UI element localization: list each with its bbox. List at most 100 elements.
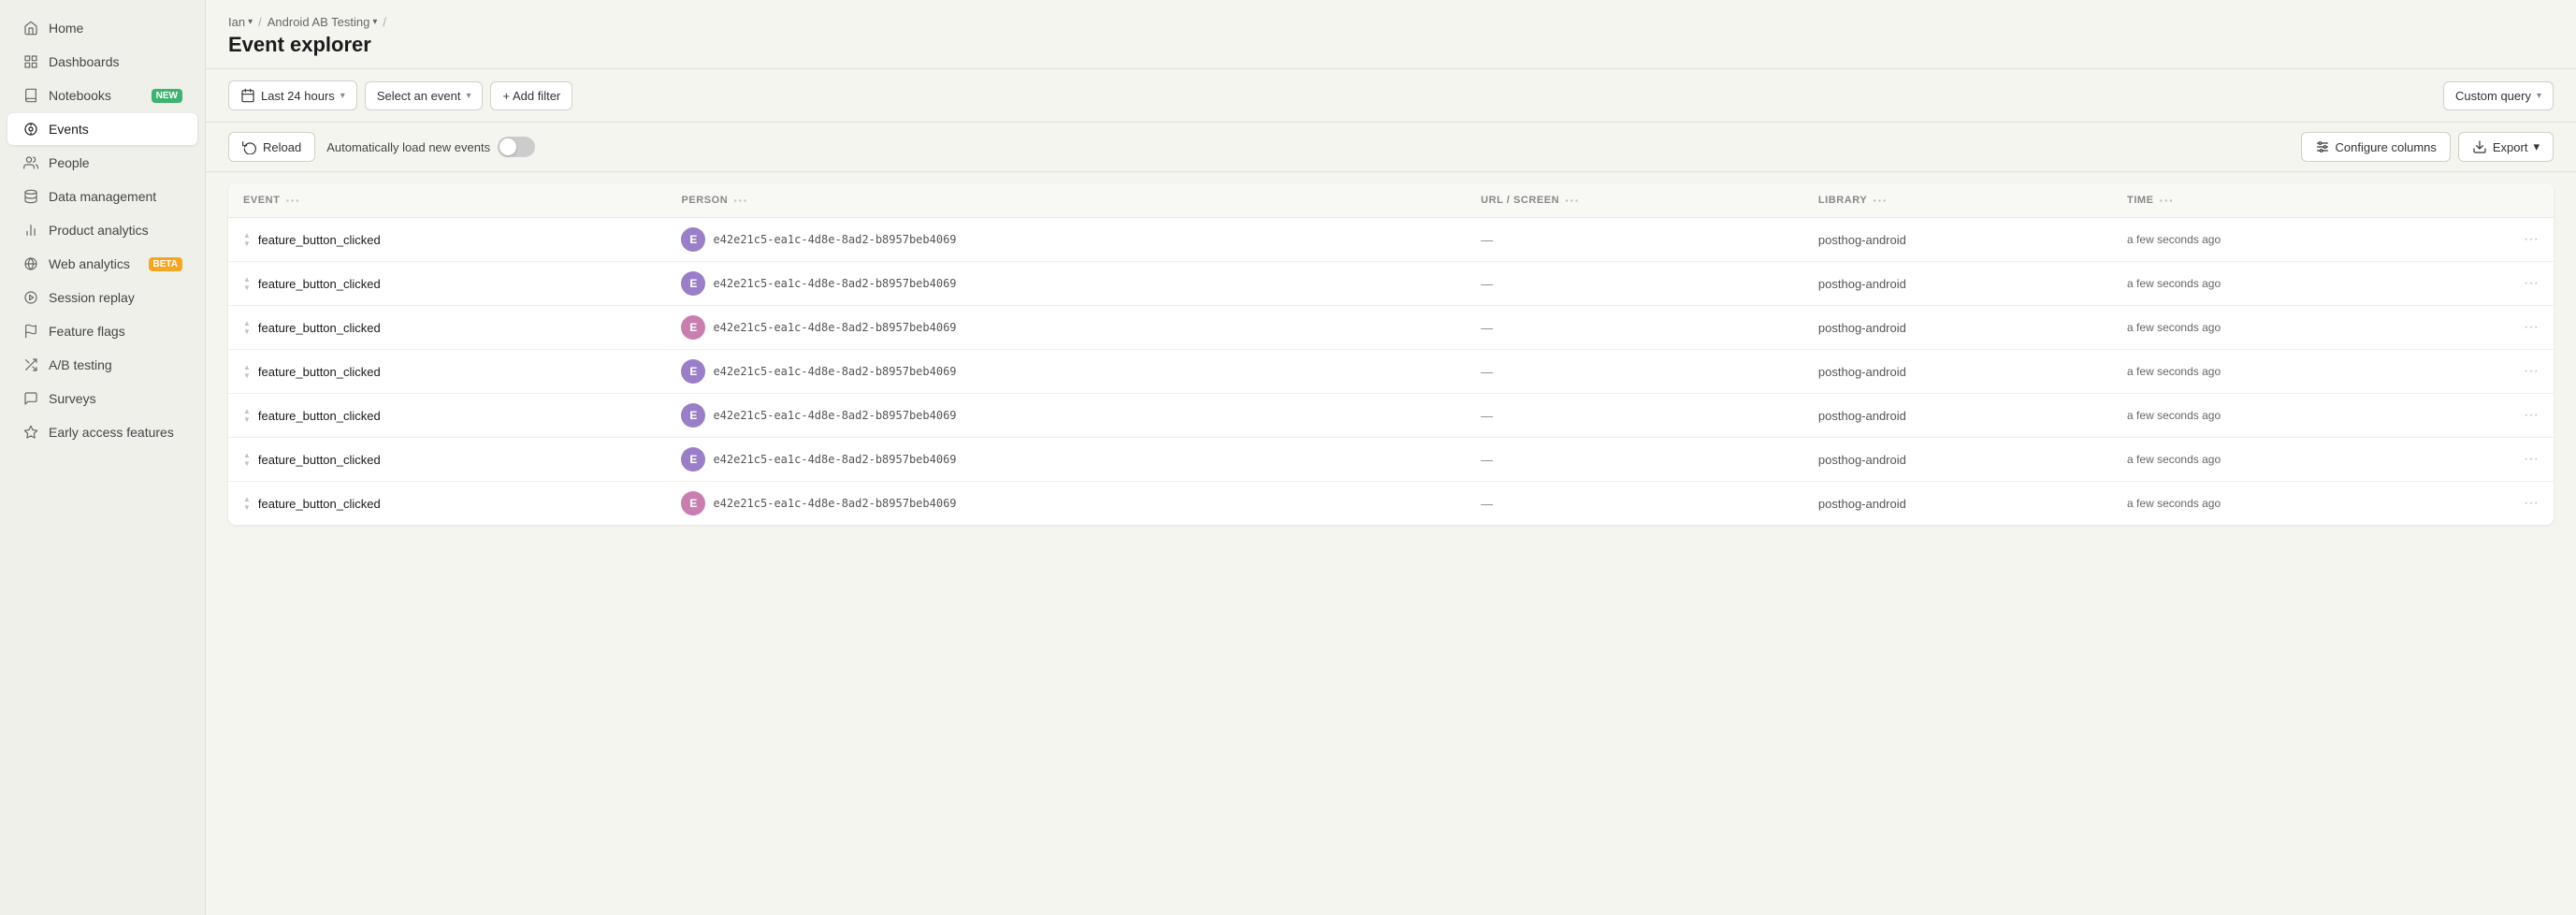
person-id-2[interactable]: e42e21c5-ea1c-4d8e-8ad2-b8957beb4069 (713, 321, 956, 334)
person-id-6[interactable]: e42e21c5-ea1c-4d8e-8ad2-b8957beb4069 (713, 497, 956, 510)
person-id-0[interactable]: e42e21c5-ea1c-4d8e-8ad2-b8957beb4069 (713, 233, 956, 246)
person-id-4[interactable]: e42e21c5-ea1c-4d8e-8ad2-b8957beb4069 (713, 409, 956, 422)
col-url-more[interactable]: ··· (1565, 193, 1580, 208)
row-more-1[interactable]: ··· (2436, 262, 2554, 306)
events-icon (22, 121, 39, 138)
sidebar-item-notebooks[interactable]: NotebooksNEW (7, 80, 197, 111)
sidebar-item-home[interactable]: Home (7, 12, 197, 44)
col-event-more[interactable]: ··· (285, 193, 300, 208)
event-name-0[interactable]: feature_button_clicked (258, 233, 381, 247)
sort-arrows-0[interactable]: ▲▼ (243, 232, 251, 248)
time-cell-5: a few seconds ago (2112, 438, 2436, 482)
table-row[interactable]: ▲▼ feature_button_clicked E e42e21c5-ea1… (228, 438, 2554, 482)
col-time-more[interactable]: ··· (2160, 193, 2175, 208)
configure-columns-button[interactable]: Configure columns (2301, 132, 2451, 162)
table-row[interactable]: ▲▼ feature_button_clicked E e42e21c5-ea1… (228, 218, 2554, 262)
sort-arrows-5[interactable]: ▲▼ (243, 452, 251, 468)
sidebar-item-early-access[interactable]: Early access features (7, 416, 197, 448)
badge-notebooks: NEW (152, 89, 182, 103)
sidebar-item-product-analytics[interactable]: Product analytics (7, 214, 197, 246)
sidebar-item-feature-flags[interactable]: Feature flags (7, 315, 197, 347)
col-person: PERSON ··· (666, 183, 1466, 218)
sort-arrows-1[interactable]: ▲▼ (243, 276, 251, 292)
header: Ian ▾ / Android AB Testing ▾ / Event exp… (206, 0, 2576, 69)
sort-arrows-2[interactable]: ▲▼ (243, 320, 251, 336)
row-more-0[interactable]: ··· (2436, 218, 2554, 262)
sidebar-item-ab-testing[interactable]: A/B testing (7, 349, 197, 381)
row-more-4[interactable]: ··· (2436, 394, 2554, 438)
row-more-5[interactable]: ··· (2436, 438, 2554, 482)
data-icon (22, 188, 39, 205)
sidebar-item-label-data-management: Data management (49, 189, 156, 204)
col-library-more[interactable]: ··· (1873, 193, 1888, 208)
event-cell-5: ▲▼ feature_button_clicked (228, 438, 666, 482)
replay-icon (22, 289, 39, 306)
col-library: LIBRARY ··· (1803, 183, 2112, 218)
person-id-1[interactable]: e42e21c5-ea1c-4d8e-8ad2-b8957beb4069 (713, 277, 956, 290)
actions-bar: Reload Automatically load new events Con… (206, 123, 2576, 172)
table-row[interactable]: ▲▼ feature_button_clicked E e42e21c5-ea1… (228, 350, 2554, 394)
sidebar-item-surveys[interactable]: Surveys (7, 383, 197, 414)
breadcrumb-ian[interactable]: Ian ▾ (228, 15, 253, 29)
custom-query-button[interactable]: Custom query ▾ (2443, 81, 2554, 110)
event-name-1[interactable]: feature_button_clicked (258, 277, 381, 291)
event-select-button[interactable]: Select an event ▾ (365, 81, 484, 110)
person-id-5[interactable]: e42e21c5-ea1c-4d8e-8ad2-b8957beb4069 (713, 453, 956, 466)
sort-arrows-6[interactable]: ▲▼ (243, 496, 251, 512)
person-id-3[interactable]: e42e21c5-ea1c-4d8e-8ad2-b8957beb4069 (713, 365, 956, 378)
badge-web-analytics: BETA (149, 257, 182, 271)
event-name-6[interactable]: feature_button_clicked (258, 497, 381, 511)
event-name-2[interactable]: feature_button_clicked (258, 321, 381, 335)
library-cell-4: posthog-android (1803, 394, 2112, 438)
sidebar-item-label-feature-flags: Feature flags (49, 324, 125, 339)
event-select-label: Select an event (377, 89, 461, 103)
time-filter-button[interactable]: Last 24 hours ▾ (228, 80, 357, 110)
event-name-4[interactable]: feature_button_clicked (258, 409, 381, 423)
time-cell-6: a few seconds ago (2112, 482, 2436, 526)
sort-arrows-3[interactable]: ▲▼ (243, 364, 251, 380)
sidebar-item-data-management[interactable]: Data management (7, 181, 197, 212)
sidebar-item-people[interactable]: People (7, 147, 197, 179)
event-cell-0: ▲▼ feature_button_clicked (228, 218, 666, 262)
export-button[interactable]: Export ▾ (2458, 132, 2554, 162)
sidebar-item-session-replay[interactable]: Session replay (7, 282, 197, 313)
person-cell-5: E e42e21c5-ea1c-4d8e-8ad2-b8957beb4069 (666, 438, 1466, 482)
table-row[interactable]: ▲▼ feature_button_clicked E e42e21c5-ea1… (228, 262, 2554, 306)
col-url: URL / SCREEN ··· (1466, 183, 1803, 218)
table-header-row: EVENT ··· PERSON ··· URL / SCREEN (228, 183, 2554, 218)
row-more-2[interactable]: ··· (2436, 306, 2554, 350)
people-icon (22, 154, 39, 171)
table-row[interactable]: ▲▼ feature_button_clicked E e42e21c5-ea1… (228, 306, 2554, 350)
custom-query-chevron: ▾ (2537, 91, 2541, 101)
event-name-5[interactable]: feature_button_clicked (258, 453, 381, 467)
library-cell-5: posthog-android (1803, 438, 2112, 482)
chevron-down-icon-2: ▾ (372, 17, 377, 27)
early-icon (22, 424, 39, 441)
library-cell-3: posthog-android (1803, 350, 2112, 394)
sort-arrows-4[interactable]: ▲▼ (243, 408, 251, 424)
event-cell-3: ▲▼ feature_button_clicked (228, 350, 666, 394)
table-row[interactable]: ▲▼ feature_button_clicked E e42e21c5-ea1… (228, 394, 2554, 438)
row-more-6[interactable]: ··· (2436, 482, 2554, 526)
actions-right: Configure columns Export ▾ (2301, 132, 2554, 162)
url-cell-1: — (1466, 262, 1803, 306)
sidebar-item-label-home: Home (49, 21, 83, 36)
event-name-3[interactable]: feature_button_clicked (258, 365, 381, 379)
auto-load-toggle[interactable] (498, 137, 535, 157)
time-filter-chevron: ▾ (340, 91, 345, 101)
sidebar-item-label-web-analytics: Web analytics (49, 256, 130, 271)
row-more-3[interactable]: ··· (2436, 350, 2554, 394)
sidebar-item-dashboards[interactable]: Dashboards (7, 46, 197, 78)
time-cell-0: a few seconds ago (2112, 218, 2436, 262)
sidebar-item-events[interactable]: Events (7, 113, 197, 145)
breadcrumb-project[interactable]: Android AB Testing ▾ (268, 15, 378, 29)
breadcrumb-sep-2: / (383, 15, 386, 29)
col-person-more[interactable]: ··· (733, 193, 748, 208)
library-cell-2: posthog-android (1803, 306, 2112, 350)
table-row[interactable]: ▲▼ feature_button_clicked E e42e21c5-ea1… (228, 482, 2554, 526)
sidebar-item-web-analytics[interactable]: Web analytics BETA (7, 248, 197, 280)
configure-columns-label: Configure columns (2336, 140, 2437, 154)
reload-button[interactable]: Reload (228, 132, 315, 162)
add-filter-button[interactable]: + Add filter (490, 81, 572, 110)
table-body: ▲▼ feature_button_clicked E e42e21c5-ea1… (228, 218, 2554, 526)
